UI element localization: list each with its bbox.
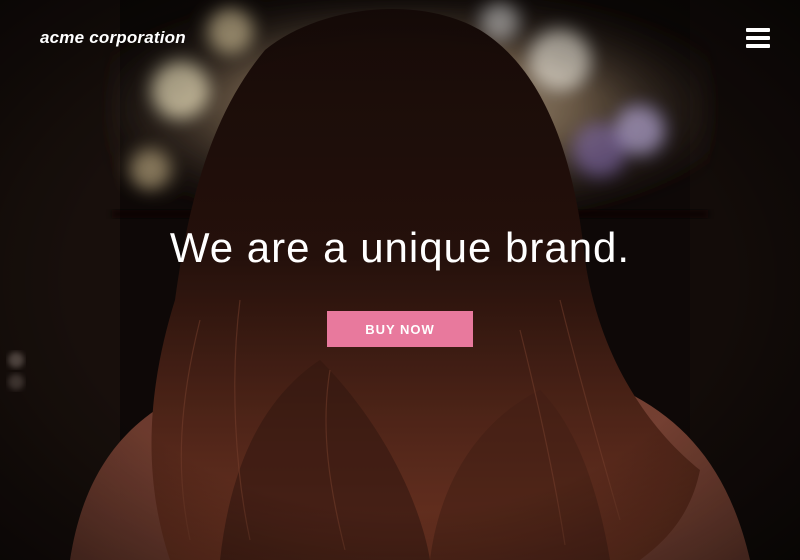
hamburger-menu-icon[interactable] — [746, 28, 770, 48]
menu-bar-top — [746, 28, 770, 32]
buy-now-button[interactable]: BUY NOW — [327, 311, 473, 347]
menu-bar-middle — [746, 36, 770, 40]
hero-section: acme corporation We are a unique brand. … — [0, 0, 800, 560]
hero-background-image — [0, 0, 800, 560]
brand-logo[interactable]: acme corporation — [40, 28, 186, 48]
hero-headline: We are a unique brand. — [169, 224, 631, 271]
menu-bar-bottom — [746, 44, 770, 48]
